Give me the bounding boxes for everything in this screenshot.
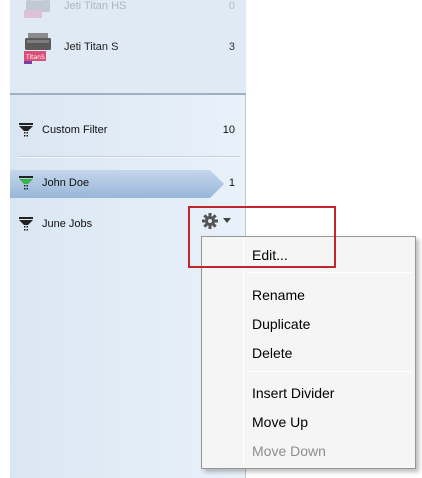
menu-item-duplicate[interactable]: Duplicate xyxy=(252,316,310,332)
context-menu: Edit... Rename Duplicate Delete Insert D… xyxy=(201,236,416,469)
filter-item-custom-filter[interactable]: Custom Filter 10 xyxy=(10,117,246,145)
menu-item-delete[interactable]: Delete xyxy=(252,345,292,361)
printer-name: Jeti Titan S xyxy=(64,41,119,53)
highlight-annotation xyxy=(188,206,336,268)
filter-label: Custom Filter xyxy=(42,124,108,136)
menu-item-insert-divider[interactable]: Insert Divider xyxy=(252,385,334,401)
filter-label: John Doe xyxy=(42,177,90,189)
printer-badge-label: TitanS xyxy=(25,54,45,61)
printer-name: Jeti Titan HS xyxy=(64,0,127,12)
menu-separator xyxy=(246,272,412,273)
menu-separator xyxy=(246,371,412,372)
filter-count: 1 xyxy=(228,177,235,189)
menu-item-move-down: Move Down xyxy=(252,443,326,459)
app-window: Jeti Titan HS 0 TitanS Jeti Titan S 3 Cu… xyxy=(0,0,422,478)
divider xyxy=(18,156,240,158)
printer-item[interactable]: TitanS Jeti Titan S 3 xyxy=(10,27,246,67)
printer-icon xyxy=(24,0,50,18)
menu-item-rename[interactable]: Rename xyxy=(252,287,305,303)
funnel-icon xyxy=(19,176,33,190)
funnel-icon xyxy=(19,123,33,137)
menu-item-move-up[interactable]: Move Up xyxy=(252,414,308,430)
filter-count: 10 xyxy=(222,124,235,136)
printer-count: 3 xyxy=(228,41,235,53)
printer-item[interactable]: Jeti Titan HS 0 xyxy=(10,0,246,26)
printer-icon: TitanS xyxy=(24,33,51,64)
filter-label: June Jobs xyxy=(42,218,93,230)
printer-count: 0 xyxy=(228,0,235,12)
funnel-icon xyxy=(19,217,33,231)
filter-item-john-doe[interactable]: John Doe 1 xyxy=(10,170,246,198)
menu-gutter xyxy=(243,239,244,466)
